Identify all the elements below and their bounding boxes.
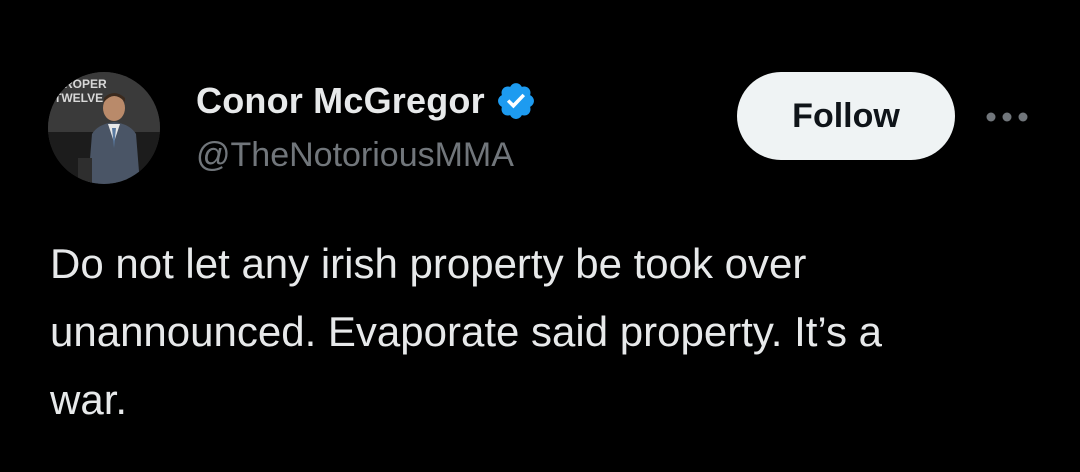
author-display-name[interactable]: Conor McGregor [196, 80, 485, 122]
author-handle[interactable]: @TheNotoriousMMA [196, 136, 514, 175]
avatar-brand-text-bottom: TWELVE [54, 91, 103, 105]
avatar[interactable]: PROPER TWELVE [48, 72, 160, 184]
more-options-button[interactable] [982, 100, 1032, 134]
tweet-text-line: war. [50, 376, 128, 423]
follow-button[interactable]: Follow [737, 72, 955, 160]
tweet-text: Do not let any irish property be took ov… [50, 230, 1050, 434]
tweet-text-line: unannounced. Evaporate said property. It… [50, 308, 883, 355]
avatar-image: PROPER TWELVE [48, 72, 160, 184]
avatar-brand-text-top: PROPER [56, 77, 107, 91]
verified-badge-icon [497, 83, 534, 119]
more-horizontal-icon [986, 112, 1028, 122]
tweet-text-line: Do not let any irish property be took ov… [50, 240, 807, 287]
author-name-row: Conor McGregor [196, 76, 537, 126]
